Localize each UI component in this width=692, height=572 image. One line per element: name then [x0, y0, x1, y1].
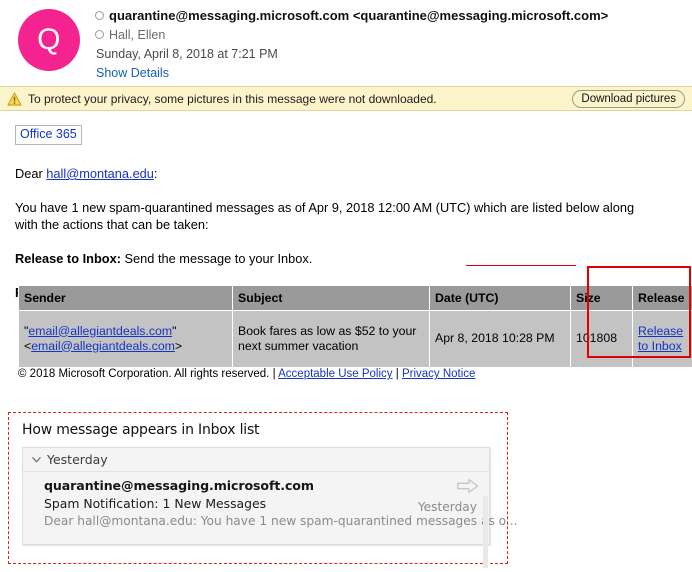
inbox-item-preview: Dear hall@montana.edu: You have 1 new sp…	[44, 514, 518, 528]
privacy-message: To protect your privacy, some pictures i…	[28, 91, 437, 106]
annotation-red-underline	[466, 265, 576, 266]
warning-triangle-icon	[7, 91, 22, 106]
sender-email-link-2[interactable]: email@allegiantdeals.com	[31, 339, 175, 353]
header-fields: quarantine@messaging.microsoft.com <quar…	[95, 6, 690, 82]
privacy-notice-link[interactable]: Privacy Notice	[402, 368, 476, 380]
table-row: "email@allegiantdeals.com" <email@allegi…	[18, 310, 692, 368]
salutation-suffix: :	[153, 166, 158, 181]
message-header: Q quarantine@messaging.microsoft.com <qu…	[0, 0, 692, 86]
release-description: Send the message to your Inbox.	[120, 251, 313, 266]
release-label: Release to Inbox:	[15, 251, 121, 266]
header-details-row[interactable]: Show Details	[95, 63, 690, 82]
column-header-subject: Subject	[232, 285, 430, 311]
inbox-group-header[interactable]: Yesterday	[23, 448, 489, 472]
office365-image-placeholder: Office 365	[15, 125, 82, 145]
inbox-list-panel: Yesterday quarantine@messaging.microsoft…	[22, 447, 518, 568]
download-pictures-button[interactable]: Download pictures	[572, 90, 685, 108]
sender-email-link-1[interactable]: email@allegiantdeals.com	[28, 324, 172, 338]
show-details-link[interactable]: Show Details	[95, 66, 169, 80]
sender-quote-close: "	[172, 323, 177, 338]
inbox-panel-scrollbar[interactable]	[483, 496, 488, 568]
inbox-demo-caption: How message appears in Inbox list	[22, 422, 260, 438]
cell-release[interactable]: Release to Inbox	[632, 310, 692, 368]
salutation-prefix: Dear	[15, 166, 47, 181]
table-header-row: Sender Subject Date (UTC) Size Release R…	[18, 285, 692, 311]
cell-sender: "email@allegiantdeals.com" <email@allegi…	[18, 310, 233, 368]
cell-subject: Book fares as low as $52 to your next su…	[232, 310, 430, 368]
header-date-row: Sunday, April 8, 2018 at 7:21 PM	[95, 44, 690, 63]
recipient-name: Hall, Ellen	[109, 27, 166, 42]
forward-arrow-icon	[457, 478, 479, 494]
acceptable-use-policy-link[interactable]: Acceptable Use Policy	[278, 368, 392, 380]
chevron-down-icon[interactable]	[31, 454, 42, 465]
column-header-date: Date (UTC)	[429, 285, 571, 311]
message-date: Sunday, April 8, 2018 at 7:21 PM	[96, 46, 278, 61]
footer-copyright: © 2018 Microsoft Corporation. All rights…	[18, 368, 475, 380]
column-header-size: Size	[570, 285, 633, 311]
footer-separator-2: |	[392, 368, 402, 380]
inbox-group-label: Yesterday	[47, 452, 108, 467]
release-to-inbox-link[interactable]: Release to Inbox	[638, 324, 683, 353]
salutation: Dear hall@montana.edu:	[15, 165, 640, 182]
header-from-row: quarantine@messaging.microsoft.com <quar…	[95, 6, 690, 25]
column-header-release: Release	[632, 285, 692, 311]
avatar: Q	[18, 9, 80, 71]
inbox-item-time: Yesterday	[417, 500, 477, 514]
inbox-list-item[interactable]: quarantine@messaging.microsoft.com Spam …	[23, 472, 518, 568]
recipient-email-link[interactable]: hall@montana.edu	[46, 166, 154, 181]
presence-circle-icon	[95, 30, 104, 39]
intro-paragraph: You have 1 new spam-quarantined messages…	[15, 200, 635, 232]
inbox-demo-annotation-box: How message appears in Inbox list Yester…	[8, 412, 518, 568]
inbox-item-sender: quarantine@messaging.microsoft.com	[44, 478, 314, 493]
privacy-banner: To protect your privacy, some pictures i…	[0, 86, 692, 111]
column-header-sender: Sender	[18, 285, 233, 311]
presence-circle-icon	[95, 11, 104, 20]
sender-bracket-close: >	[174, 338, 183, 353]
sender-address: quarantine@messaging.microsoft.com <quar…	[109, 8, 609, 23]
quarantine-message-table: Sender Subject Date (UTC) Size Release R…	[18, 285, 692, 368]
mail-body: Office 365 Dear hall@montana.edu: You ha…	[0, 111, 692, 301]
copyright-text: © 2018 Microsoft Corporation. All rights…	[18, 368, 273, 380]
header-to-row: Hall, Ellen	[95, 25, 690, 44]
cell-date: Apr 8, 2018 10:28 PM	[429, 310, 571, 368]
cell-size: 101808	[570, 310, 633, 368]
